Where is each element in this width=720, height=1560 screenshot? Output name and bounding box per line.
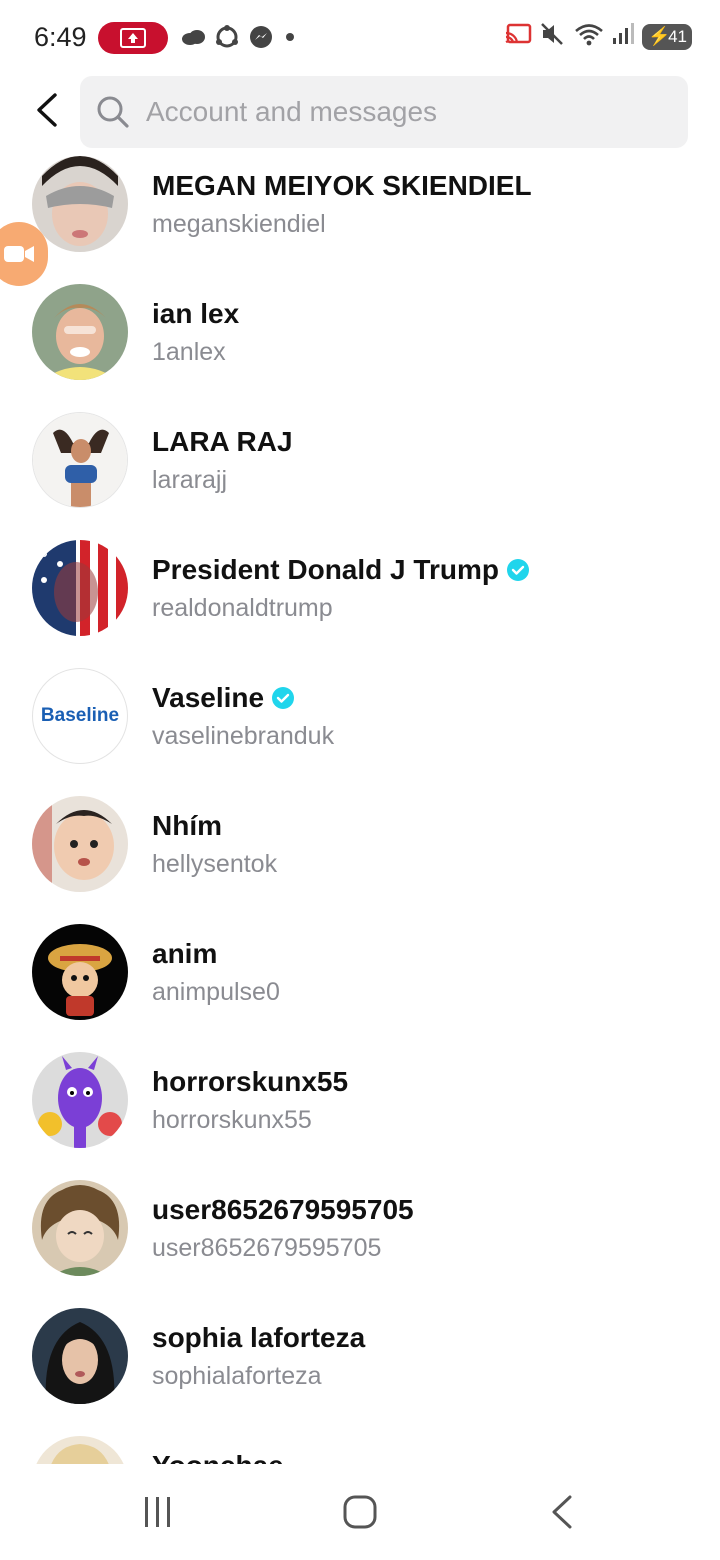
search-input[interactable]	[144, 95, 668, 129]
avatar	[32, 1308, 128, 1404]
vaseline-logo: Baseline	[40, 705, 120, 726]
account-row[interactable]: MEGAN MEIYOK SKIENDIEL meganskiendiel	[0, 150, 720, 278]
chevron-left-icon	[37, 93, 57, 127]
avatar: Baseline	[32, 668, 128, 764]
account-row[interactable]: Yoonchae	[0, 1430, 720, 1464]
avatar	[32, 412, 128, 508]
account-username: vaselinebranduk	[152, 722, 335, 750]
account-row[interactable]: horrorskunx55 horrorskunx55	[0, 1046, 720, 1174]
screen-record-icon[interactable]	[98, 22, 168, 54]
avatar	[32, 156, 128, 252]
verified-badge-icon	[272, 687, 295, 709]
account-username: animpulse0	[152, 978, 280, 1006]
avatar	[32, 1436, 128, 1464]
cast-icon	[504, 22, 532, 51]
account-name: President Donald J Trump	[152, 554, 499, 585]
account-list: MEGAN MEIYOK SKIENDIEL meganskiendiel ia…	[0, 150, 720, 1464]
account-row[interactable]: anim animpulse0	[0, 918, 720, 1046]
home-icon	[343, 1495, 377, 1529]
account-name: ian lex	[152, 298, 240, 329]
account-row[interactable]: President Donald J Trump realdonaldtrump	[0, 534, 720, 662]
account-username: lararajj	[152, 466, 228, 494]
account-username: realdonaldtrump	[152, 594, 333, 622]
account-row[interactable]: Nhím hellysentok	[0, 790, 720, 918]
home-button[interactable]	[330, 1486, 390, 1538]
account-name: LARA RAJ	[152, 426, 293, 457]
search-icon	[96, 95, 130, 129]
account-name: MEGAN MEIYOK SKIENDIEL	[152, 170, 532, 201]
recents-button[interactable]	[128, 1486, 188, 1538]
avatar	[32, 540, 128, 636]
account-username: horrorskunx55	[152, 1106, 312, 1134]
avatar	[32, 924, 128, 1020]
account-username: hellysentok	[152, 850, 278, 878]
search-header	[0, 74, 720, 150]
status-bar: 6:49 ⚡ 41	[0, 0, 720, 76]
avatar	[32, 284, 128, 380]
video-camera-icon	[4, 246, 34, 262]
battery-level: 41	[668, 26, 687, 46]
avatar	[32, 1052, 128, 1148]
avatar	[32, 796, 128, 892]
messenger-icon	[248, 24, 274, 55]
account-row[interactable]: ian lex 1anlex	[0, 278, 720, 406]
account-username: user8652679595705	[152, 1234, 382, 1262]
battery-icon: ⚡ 41	[642, 23, 692, 50]
account-row[interactable]: user8652679595705 user8652679595705	[0, 1174, 720, 1302]
wifi-icon	[574, 22, 604, 51]
account-row[interactable]: sophia laforteza sophialaforteza	[0, 1302, 720, 1430]
system-nav-bar	[0, 1464, 720, 1560]
mute-icon	[540, 22, 566, 51]
cloud-icon	[180, 27, 206, 52]
account-name: Vaseline	[152, 682, 265, 713]
account-name: Nhím	[152, 810, 222, 841]
account-username: sophialaforteza	[152, 1362, 322, 1390]
avatar	[32, 1180, 128, 1276]
account-name: anim	[152, 938, 218, 969]
sync-icon	[214, 24, 240, 55]
account-name: user8652679595705	[152, 1194, 414, 1225]
account-username: meganskiendiel	[152, 210, 326, 238]
back-icon	[552, 1495, 572, 1529]
account-row[interactable]: Baseline Vaseline vaselinebranduk	[0, 662, 720, 790]
status-time: 6:49	[34, 22, 87, 52]
back-button[interactable]	[24, 88, 68, 132]
account-name: Yoonchae	[152, 1450, 284, 1464]
account-name: sophia laforteza	[152, 1322, 366, 1353]
nav-back-button[interactable]	[532, 1486, 592, 1538]
account-username: 1anlex	[152, 338, 226, 366]
recents-icon	[145, 1497, 170, 1527]
signal-icon	[612, 22, 634, 51]
account-row[interactable]: LARA RAJ lararajj	[0, 406, 720, 534]
account-name: horrorskunx55	[152, 1066, 349, 1097]
search-bar[interactable]	[80, 76, 688, 148]
dot-icon	[282, 29, 298, 50]
verified-badge-icon	[506, 559, 529, 581]
